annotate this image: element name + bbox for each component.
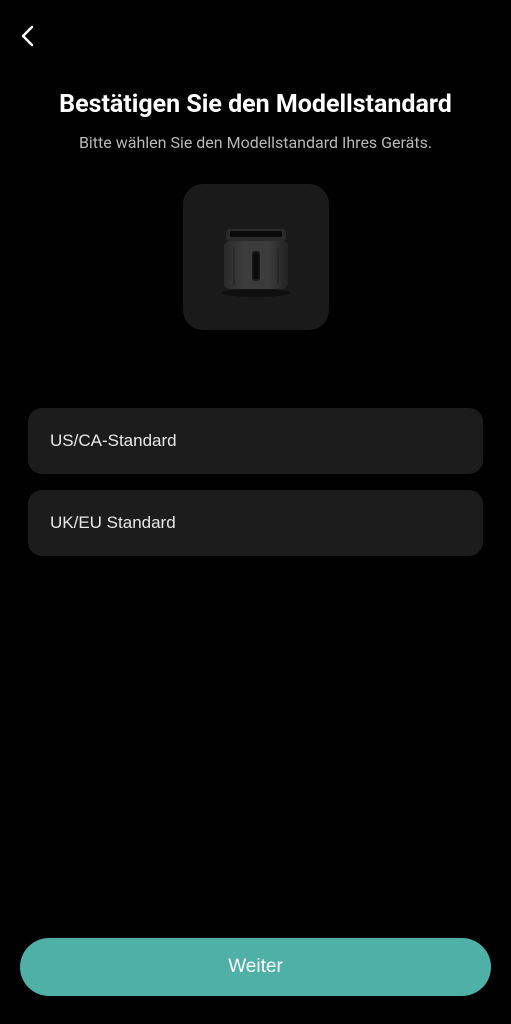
- option-us-ca[interactable]: US/CA-Standard: [28, 408, 483, 474]
- main-content: Bestätigen Sie den Modellstandard Bitte …: [0, 52, 511, 938]
- header: [0, 0, 511, 52]
- continue-button[interactable]: Weiter: [20, 938, 491, 996]
- back-button[interactable]: [20, 20, 52, 52]
- option-label: UK/EU Standard: [50, 513, 176, 533]
- air-fryer-icon: [206, 207, 306, 307]
- chevron-left-icon: [20, 25, 34, 47]
- page-title: Bestätigen Sie den Modellstandard: [59, 90, 452, 119]
- option-label: US/CA-Standard: [50, 431, 177, 451]
- page-subtitle: Bitte wählen Sie den Modellstandard Ihre…: [79, 133, 432, 152]
- footer: Weiter: [0, 938, 511, 1024]
- options-list: US/CA-Standard UK/EU Standard: [28, 408, 483, 556]
- option-uk-eu[interactable]: UK/EU Standard: [28, 490, 483, 556]
- product-image-card: [183, 184, 329, 330]
